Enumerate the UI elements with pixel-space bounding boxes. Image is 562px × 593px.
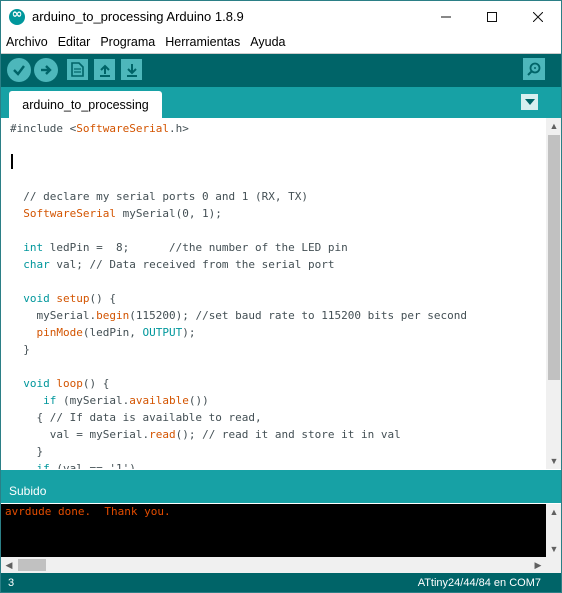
code-line-12: mySerial.begin(115200); //set baud rate … xyxy=(10,309,467,322)
serial-monitor-icon xyxy=(527,62,541,76)
code-line-17: if (mySerial.available()) xyxy=(43,394,209,407)
editor-scroll-thumb[interactable] xyxy=(548,135,560,380)
console-output[interactable]: avrdude done. Thank you. xyxy=(1,504,546,557)
console-line: avrdude done. Thank you. xyxy=(5,505,171,518)
code-line-18: { // If data is available to read, xyxy=(10,411,262,424)
scroll-right-icon[interactable]: ▶ xyxy=(530,557,546,573)
editor-vertical-scrollbar[interactable]: ▲ ▼ xyxy=(546,118,561,469)
text-caret xyxy=(11,154,13,169)
save-icon xyxy=(126,63,137,77)
menu-bar: Archivo Editar Programa Herramientas Ayu… xyxy=(1,32,561,52)
scroll-up-icon[interactable]: ▲ xyxy=(546,504,561,520)
code-line-9: char val; // Data received from the seri… xyxy=(23,258,335,271)
board-port-info: ATtiny24/44/84 en COM7 xyxy=(417,577,541,589)
code-token: if xyxy=(36,462,50,469)
status-message: Subido xyxy=(9,484,47,498)
code-line-20: } xyxy=(10,445,44,458)
open-icon xyxy=(99,64,110,77)
code-line-6: SoftwareSerial mySerial(0, 1); xyxy=(23,207,222,220)
scroll-up-icon[interactable]: ▲ xyxy=(546,118,561,134)
code-token: SoftwareSerial xyxy=(23,207,116,220)
serial-monitor-button[interactable] xyxy=(523,58,545,80)
open-button[interactable] xyxy=(94,59,115,80)
code-line-11: void setup() { xyxy=(23,292,116,305)
arduino-ide-window: arduino_to_processing Arduino 1.8.9 Arch… xyxy=(0,0,562,593)
code-token: void xyxy=(23,377,50,390)
console-scroll-thumb[interactable] xyxy=(18,559,46,571)
upload-icon xyxy=(41,65,52,75)
code-token: void xyxy=(23,292,50,305)
code-token: char xyxy=(23,258,50,271)
tab-menu-chevron-down-icon[interactable] xyxy=(521,94,538,110)
arduino-logo-icon xyxy=(9,7,25,25)
save-button[interactable] xyxy=(121,59,142,80)
scroll-left-icon[interactable]: ◀ xyxy=(1,557,17,573)
scroll-down-icon[interactable]: ▼ xyxy=(546,541,561,557)
scrollbar-corner xyxy=(546,557,561,573)
code-token: SoftwareSerial xyxy=(76,122,169,135)
maximize-button[interactable] xyxy=(469,1,515,32)
minimize-icon xyxy=(441,16,451,17)
menu-archivo[interactable]: Archivo xyxy=(1,32,53,52)
code-line-19: val = mySerial.read(); // read it and st… xyxy=(10,428,401,441)
window-title: arduino_to_processing Arduino 1.8.9 xyxy=(32,9,244,24)
code-token: pinMode xyxy=(36,326,83,339)
upload-button[interactable] xyxy=(34,58,58,82)
code-line-21: if (val == '1') xyxy=(10,460,136,469)
code-line-14: } xyxy=(10,343,30,356)
minimize-button[interactable] xyxy=(423,1,469,32)
menu-herramientas[interactable]: Herramientas xyxy=(160,32,245,52)
console-horizontal-scrollbar[interactable]: ◀ ▶ xyxy=(1,557,546,573)
code-token: int xyxy=(23,241,44,254)
footer-bar: 3 ATtiny24/44/84 en COM7 xyxy=(1,573,561,592)
code-token: setup xyxy=(56,292,90,305)
code-token: available xyxy=(129,394,189,407)
code-line-5: // declare my serial ports 0 and 1 (RX, … xyxy=(10,190,309,203)
code-editor[interactable]: #include <SoftwareSerial.h> // declare m… xyxy=(1,118,546,469)
scroll-down-icon[interactable]: ▼ xyxy=(546,453,561,469)
code-token: read xyxy=(149,428,176,441)
toolbar xyxy=(1,53,561,87)
menu-programa[interactable]: Programa xyxy=(95,32,160,52)
code-line-16: void loop() { xyxy=(23,377,110,390)
menu-ayuda[interactable]: Ayuda xyxy=(245,32,290,52)
code-line-8: int ledPin = 8; //the number of the LED … xyxy=(23,241,348,254)
status-bar: Subido xyxy=(1,470,561,503)
console-vertical-scrollbar[interactable]: ▲ ▼ xyxy=(546,504,561,557)
code-token: if xyxy=(43,394,57,407)
verify-icon xyxy=(13,65,25,76)
line-number: 3 xyxy=(8,577,15,589)
close-button[interactable] xyxy=(515,1,561,32)
code-line-13: pinMode(ledPin, OUTPUT); xyxy=(36,326,196,339)
tab-strip: arduino_to_processing xyxy=(1,87,561,118)
code-token: begin xyxy=(96,309,130,322)
close-icon xyxy=(533,11,543,22)
maximize-icon xyxy=(487,11,497,22)
window-controls xyxy=(423,1,561,32)
title-bar: arduino_to_processing Arduino 1.8.9 xyxy=(1,1,561,32)
new-icon xyxy=(71,62,84,77)
code-token: OUTPUT xyxy=(142,326,183,339)
code-line-1: #include <SoftwareSerial.h> xyxy=(10,122,189,135)
menu-editar[interactable]: Editar xyxy=(53,32,96,52)
new-button[interactable] xyxy=(67,59,88,80)
tab-arduino-to-processing[interactable]: arduino_to_processing xyxy=(9,91,162,118)
code-token: loop xyxy=(56,377,83,390)
verify-button[interactable] xyxy=(7,58,31,82)
